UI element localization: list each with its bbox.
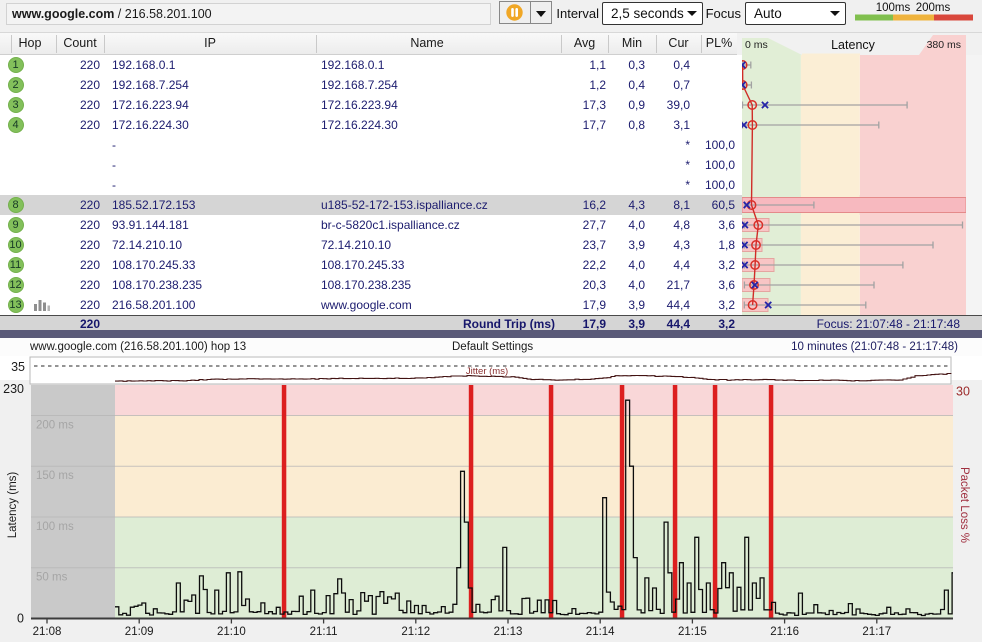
svg-text:21:08: 21:08 xyxy=(33,626,62,638)
svg-text:100ms: 100ms xyxy=(876,2,911,14)
svg-text:21:15: 21:15 xyxy=(678,626,707,638)
svg-text:100 ms: 100 ms xyxy=(36,521,74,533)
svg-text:21:14: 21:14 xyxy=(586,626,615,638)
svg-text:50 ms: 50 ms xyxy=(36,572,68,584)
svg-text:0: 0 xyxy=(17,612,24,626)
svg-text:200 ms: 200 ms xyxy=(36,420,74,432)
svg-text:200ms: 200ms xyxy=(916,2,951,14)
svg-text:Latency: Latency xyxy=(831,38,876,52)
svg-text:21:09: 21:09 xyxy=(125,626,154,638)
svg-text:21:11: 21:11 xyxy=(310,626,338,638)
svg-text:21:13: 21:13 xyxy=(494,626,523,638)
svg-text:150 ms: 150 ms xyxy=(36,470,74,482)
svg-text:Packet Loss %: Packet Loss % xyxy=(958,467,970,543)
svg-text:380 ms: 380 ms xyxy=(927,39,961,51)
svg-text:21:12: 21:12 xyxy=(401,626,430,638)
svg-text:21:16: 21:16 xyxy=(770,626,799,638)
svg-text:0 ms: 0 ms xyxy=(745,39,768,51)
svg-text:Latency (ms): Latency (ms) xyxy=(7,472,19,539)
svg-text:21:10: 21:10 xyxy=(217,626,246,638)
svg-text:21:17: 21:17 xyxy=(862,626,891,638)
svg-text:30: 30 xyxy=(956,385,970,399)
svg-text:35: 35 xyxy=(11,360,25,374)
